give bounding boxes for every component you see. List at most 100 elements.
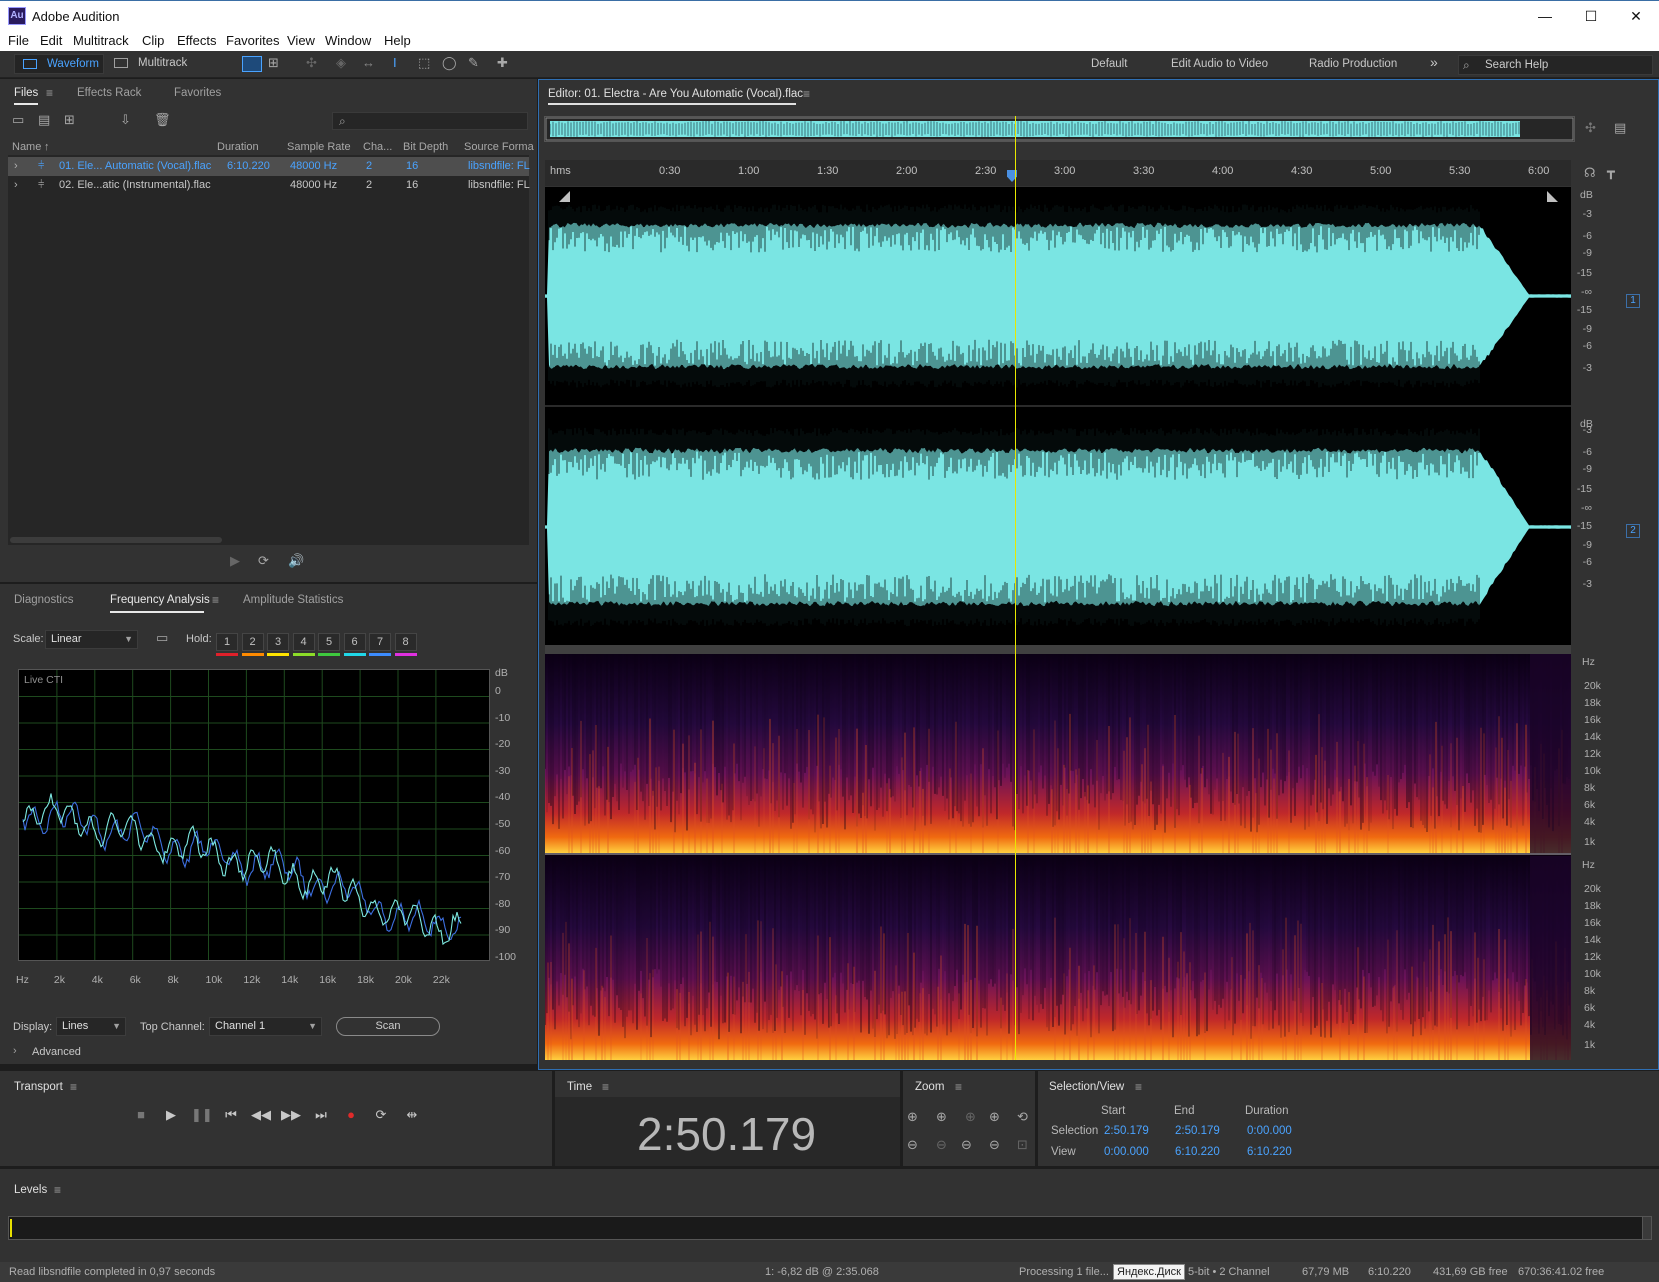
hold-button-6[interactable]: 6: [343, 633, 366, 651]
column-duration[interactable]: Duration: [217, 141, 259, 153]
zoom-in-time-icon[interactable]: ⊕: [936, 1109, 947, 1125]
waveform-spectral-divider[interactable]: [545, 645, 1571, 654]
levels-menu-icon[interactable]: ≡: [54, 1183, 61, 1197]
zoom-out-left-icon[interactable]: ⊖: [961, 1137, 972, 1153]
tab-favorites[interactable]: Favorites: [174, 87, 221, 99]
column-source-format[interactable]: Source Forma: [464, 141, 534, 153]
top-channel-dropdown[interactable]: Channel 1 ▼: [209, 1017, 322, 1036]
fft-settings-icon[interactable]: ▭: [156, 630, 168, 646]
view-start[interactable]: 0:00.000: [1104, 1146, 1149, 1158]
workspace-default[interactable]: Default: [1091, 58, 1127, 70]
column-bit-depth[interactable]: Bit Depth: [403, 141, 448, 153]
view-duration[interactable]: 6:10.220: [1247, 1146, 1292, 1158]
file-row[interactable]: › ⫩ 01. Ele... Automatic (Vocal).flac 6:…: [8, 157, 530, 176]
tab-diagnostics[interactable]: Diagnostics: [14, 594, 73, 606]
hold-button-5[interactable]: 5: [318, 633, 340, 651]
view-end[interactable]: 6:10.220: [1175, 1146, 1220, 1158]
close-button[interactable]: ✕: [1613, 1, 1659, 32]
expand-icon[interactable]: ›: [14, 160, 18, 172]
tab-files[interactable]: Files: [14, 87, 38, 99]
hold-button-3[interactable]: 3: [267, 633, 289, 651]
selection-start[interactable]: 2:50.179: [1104, 1125, 1149, 1137]
pause-icon[interactable]: ❚❚: [191, 1107, 213, 1123]
channel-1-toggle[interactable]: 1: [1626, 294, 1640, 308]
insert-into-multitrack-icon[interactable]: ⇩: [120, 112, 131, 128]
time-menu-icon[interactable]: ≡: [602, 1080, 609, 1094]
headphones-icon[interactable]: ☊: [1584, 165, 1596, 181]
zoom-to-selection-icon[interactable]: ✣: [1585, 120, 1596, 136]
file-row[interactable]: › ⫩ 02. Ele...atic (Instrumental).flac 4…: [8, 176, 530, 195]
editor-options-icon[interactable]: ▤: [1614, 120, 1626, 136]
workspace-edit-audio-to-video[interactable]: Edit Audio to Video: [1171, 58, 1268, 70]
menu-file[interactable]: File: [8, 33, 29, 48]
hold-button-8[interactable]: 8: [394, 633, 417, 651]
import-file-icon[interactable]: ▤: [38, 112, 50, 128]
tab-frequency-analysis[interactable]: Frequency Analysis: [110, 594, 210, 606]
auto-play-icon[interactable]: 🔊: [288, 553, 304, 569]
tab-effects-rack[interactable]: Effects Rack: [77, 87, 141, 99]
lasso-icon[interactable]: ◯: [442, 55, 457, 71]
overview-bar[interactable]: [544, 116, 1575, 142]
selection-duration[interactable]: 0:00.000: [1247, 1125, 1292, 1137]
advanced-expand-icon[interactable]: ›: [13, 1045, 17, 1057]
menu-help[interactable]: Help: [384, 33, 411, 48]
scale-dropdown[interactable]: Linear ▼: [45, 630, 138, 649]
record-icon[interactable]: ●: [341, 1107, 361, 1122]
advanced-toggle[interactable]: Advanced: [32, 1046, 81, 1058]
spot-healing-icon[interactable]: ✚: [497, 55, 508, 71]
workspace-radio-production[interactable]: Radio Production: [1309, 58, 1397, 70]
menu-window[interactable]: Window: [325, 33, 371, 48]
hold-button-4[interactable]: 4: [292, 633, 315, 651]
hold-button-1[interactable]: 1: [216, 633, 238, 651]
time-selection-icon[interactable]: I: [393, 55, 397, 70]
menu-view[interactable]: View: [287, 33, 315, 48]
loop-playback-icon[interactable]: ⟳: [371, 1107, 391, 1123]
spectral-display[interactable]: [545, 654, 1571, 1060]
column-channels[interactable]: Cha...: [363, 141, 392, 153]
stop-icon[interactable]: ■: [131, 1107, 151, 1122]
maximize-button[interactable]: ☐: [1568, 1, 1614, 32]
playhead-line[interactable]: [1015, 116, 1016, 1060]
scan-button[interactable]: Scan: [336, 1017, 440, 1036]
tab-amplitude-statistics[interactable]: Amplitude Statistics: [243, 594, 343, 606]
menu-clip[interactable]: Clip: [142, 33, 164, 48]
hold-button-7[interactable]: 7: [369, 633, 391, 651]
skip-selection-icon[interactable]: ⇹: [402, 1107, 422, 1123]
previous-icon[interactable]: ⏮: [221, 1107, 241, 1123]
new-file-icon[interactable]: ⊞: [64, 112, 75, 128]
hold-button-2[interactable]: 2: [241, 633, 264, 651]
menu-favorites[interactable]: Favorites: [226, 33, 279, 48]
zoom-out-full-icon[interactable]: ⊖: [989, 1137, 1000, 1153]
razor-tool-icon[interactable]: ◈: [336, 55, 346, 71]
zoom-in-amplitude-icon[interactable]: ⊕: [907, 1109, 918, 1125]
column-sample-rate[interactable]: Sample Rate: [287, 141, 351, 153]
minimize-button[interactable]: —: [1522, 1, 1568, 32]
loop-file-icon[interactable]: ⟳: [258, 553, 269, 569]
spectral-display-icon[interactable]: [242, 56, 262, 72]
brush-icon[interactable]: ✎: [468, 55, 479, 71]
play-icon[interactable]: ▶: [161, 1107, 181, 1123]
selection-view-menu-icon[interactable]: ≡: [1135, 1080, 1142, 1094]
editor-menu-icon[interactable]: ≡: [803, 87, 810, 101]
zoom-reset-icon[interactable]: ⟲: [1017, 1109, 1028, 1125]
files-search-input[interactable]: ⌕: [332, 112, 528, 130]
rewind-icon[interactable]: ◀◀: [251, 1107, 271, 1123]
menu-edit[interactable]: Edit: [40, 33, 62, 48]
transport-menu-icon[interactable]: ≡: [70, 1080, 77, 1094]
pin-icon[interactable]: ┳: [1607, 164, 1615, 180]
menu-multitrack[interactable]: Multitrack: [73, 33, 129, 48]
expand-icon[interactable]: ›: [14, 179, 18, 191]
files-menu-icon[interactable]: ≡: [46, 86, 53, 100]
search-help-input[interactable]: ⌕ Search Help: [1458, 55, 1653, 75]
channel-2-toggle[interactable]: 2: [1626, 524, 1640, 538]
next-icon[interactable]: ⏭: [311, 1107, 331, 1123]
column-name[interactable]: Name: [12, 141, 41, 153]
open-file-icon[interactable]: ▭: [12, 112, 24, 128]
menu-effects[interactable]: Effects: [177, 33, 217, 48]
clip-indicator[interactable]: [1642, 1216, 1652, 1240]
waveform-display[interactable]: [545, 187, 1571, 645]
slip-tool-icon[interactable]: ↔: [362, 55, 375, 70]
display-dropdown[interactable]: Lines ▼: [56, 1017, 126, 1036]
fast-forward-icon[interactable]: ▶▶: [281, 1107, 301, 1123]
zoom-selection-icon[interactable]: ⊕: [965, 1109, 976, 1125]
